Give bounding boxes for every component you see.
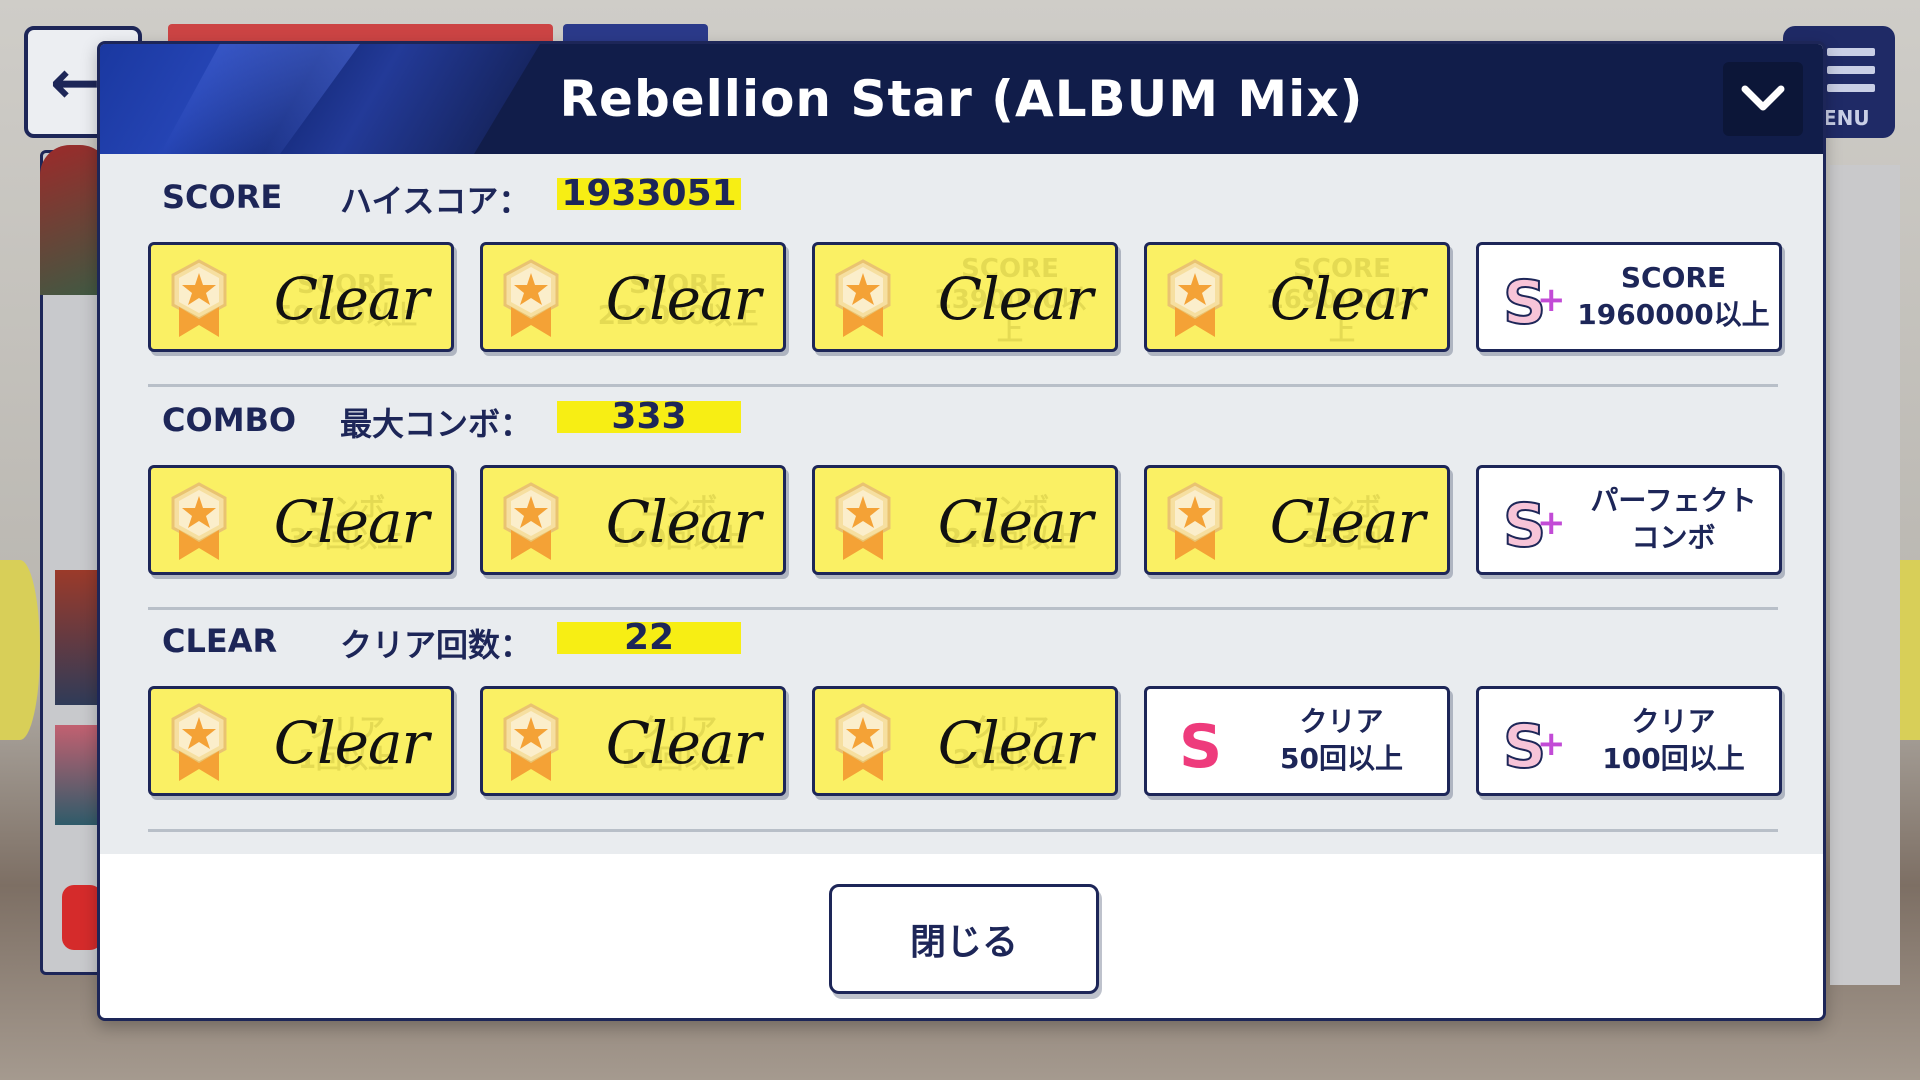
clear-stamp: Clear bbox=[273, 488, 430, 556]
mission-card-row: SCORE 50000以上 Clear SCORE 220000以上 Clear… bbox=[148, 242, 1788, 352]
mission-card-cleared[interactable]: クリア 20回以上 Clear bbox=[812, 686, 1118, 796]
svg-text:S: S bbox=[1179, 712, 1222, 781]
section-divider bbox=[148, 607, 1778, 610]
medal-icon bbox=[171, 482, 227, 560]
close-button[interactable]: 閉じる bbox=[829, 884, 1099, 994]
mission-card-cleared[interactable]: SCORE 1690000以上 Clear bbox=[1144, 242, 1450, 352]
requirement-line: SCORE bbox=[1620, 261, 1727, 295]
mission-card-cleared[interactable]: クリア 1回以上 Clear bbox=[148, 686, 454, 796]
svg-text:+: + bbox=[1537, 724, 1566, 764]
rank-s-plus-icon: S + bbox=[1502, 490, 1566, 560]
rank-s-icon: S bbox=[1179, 712, 1222, 781]
section-divider bbox=[148, 829, 1778, 832]
mission-requirement: クリア 100回以上 bbox=[1574, 689, 1773, 793]
menu-icon bbox=[1827, 48, 1875, 102]
clear-stamp: Clear bbox=[273, 709, 430, 777]
section-stat-label: ハイスコア： bbox=[340, 182, 531, 220]
requirement-line: 1960000以上 bbox=[1577, 298, 1770, 331]
mission-card-cleared[interactable]: クリア 10回以上 Clear bbox=[480, 686, 786, 796]
section-stat-label: クリア回数： bbox=[340, 626, 533, 664]
svg-text:+: + bbox=[1537, 503, 1566, 543]
mission-card-cleared[interactable]: SCORE 220000以上 Clear bbox=[480, 242, 786, 352]
mission-card-cleared[interactable]: コンボ 100回以上 Clear bbox=[480, 465, 786, 575]
medal-icon bbox=[1167, 482, 1223, 560]
section-stat-value: 1933051 bbox=[557, 176, 741, 212]
modal-header: Rebellion Star (ALBUM Mix) bbox=[100, 44, 1823, 154]
clear-stamp: Clear bbox=[605, 709, 762, 777]
section-label: COMBO bbox=[162, 401, 297, 439]
section-label: CLEAR bbox=[162, 622, 278, 660]
background-card-art bbox=[55, 570, 100, 705]
medal-icon bbox=[171, 703, 227, 781]
mission-card-cleared[interactable]: コンボ 333回 Clear bbox=[1144, 465, 1450, 575]
medal-icon bbox=[835, 259, 891, 337]
background-card-art bbox=[55, 725, 100, 825]
song-title: Rebellion Star (ALBUM Mix) bbox=[559, 70, 1364, 128]
medal-icon bbox=[1167, 259, 1223, 337]
svg-text:+: + bbox=[1537, 280, 1566, 320]
arrow-left-icon: ← bbox=[50, 48, 101, 118]
rank-s-plus-icon: S + bbox=[1502, 711, 1566, 781]
requirement-line: コンボ bbox=[1631, 521, 1716, 554]
section-divider bbox=[148, 384, 1778, 387]
section-stat-value: 22 bbox=[557, 620, 741, 656]
mission-card-locked[interactable]: S + クリア 100回以上 bbox=[1476, 686, 1782, 796]
mission-card-locked[interactable]: S + SCORE 1960000以上 bbox=[1476, 242, 1782, 352]
requirement-line: パーフェクト bbox=[1590, 484, 1757, 518]
clear-stamp: Clear bbox=[605, 265, 762, 333]
medal-icon bbox=[835, 703, 891, 781]
background-red-button bbox=[62, 885, 102, 950]
mission-card-cleared[interactable]: コンボ 33回以上 Clear bbox=[148, 465, 454, 575]
mission-card-locked[interactable]: S クリア 50回以上 bbox=[1144, 686, 1450, 796]
clear-stamp: Clear bbox=[1269, 488, 1426, 556]
medal-icon bbox=[171, 259, 227, 337]
menu-label: ENU bbox=[1823, 106, 1870, 130]
mission-card-row: コンボ 33回以上 Clear コンボ 100回以上 Clear コンボ 249… bbox=[148, 465, 1788, 575]
medal-icon bbox=[503, 259, 559, 337]
mission-card-row: クリア 1回以上 Clear クリア 10回以上 Clear クリア 20回以上… bbox=[148, 686, 1788, 796]
medal-icon bbox=[503, 703, 559, 781]
clear-stamp: Clear bbox=[937, 265, 1094, 333]
medal-icon bbox=[835, 482, 891, 560]
section-stat-label: 最大コンボ： bbox=[340, 405, 533, 443]
background-decoration bbox=[0, 560, 40, 740]
medal-icon bbox=[503, 482, 559, 560]
mission-card-cleared[interactable]: SCORE 1390000以上 Clear bbox=[812, 242, 1118, 352]
requirement-line: クリア bbox=[1631, 705, 1716, 739]
mission-card-cleared[interactable]: コンボ 249回以上 Clear bbox=[812, 465, 1118, 575]
clear-stamp: Clear bbox=[273, 265, 430, 333]
chevron-down-icon bbox=[1741, 85, 1785, 111]
requirement-line: クリア bbox=[1299, 705, 1384, 739]
requirement-line: 50回以上 bbox=[1280, 742, 1403, 775]
mission-card-locked[interactable]: S + パーフェクト コンボ bbox=[1476, 465, 1782, 575]
section-stat-value: 333 bbox=[557, 399, 741, 435]
clear-stamp: Clear bbox=[937, 709, 1094, 777]
mission-card-cleared[interactable]: SCORE 50000以上 Clear bbox=[148, 242, 454, 352]
rank-s-plus-icon: S + bbox=[1502, 267, 1566, 337]
collapse-button[interactable] bbox=[1723, 62, 1803, 136]
mission-modal: Rebellion Star (ALBUM Mix) SCORE ハイスコア： … bbox=[97, 41, 1826, 1021]
clear-stamp: Clear bbox=[605, 488, 762, 556]
mission-requirement: クリア 50回以上 bbox=[1242, 689, 1441, 793]
clear-stamp: Clear bbox=[1269, 265, 1426, 333]
clear-stamp: Clear bbox=[937, 488, 1094, 556]
mission-requirement: パーフェクト コンボ bbox=[1574, 468, 1773, 572]
requirement-line: 100回以上 bbox=[1602, 742, 1745, 775]
mission-requirement: SCORE 1960000以上 bbox=[1574, 245, 1773, 349]
section-label: SCORE bbox=[162, 178, 283, 216]
background-right-panel bbox=[1830, 165, 1900, 985]
